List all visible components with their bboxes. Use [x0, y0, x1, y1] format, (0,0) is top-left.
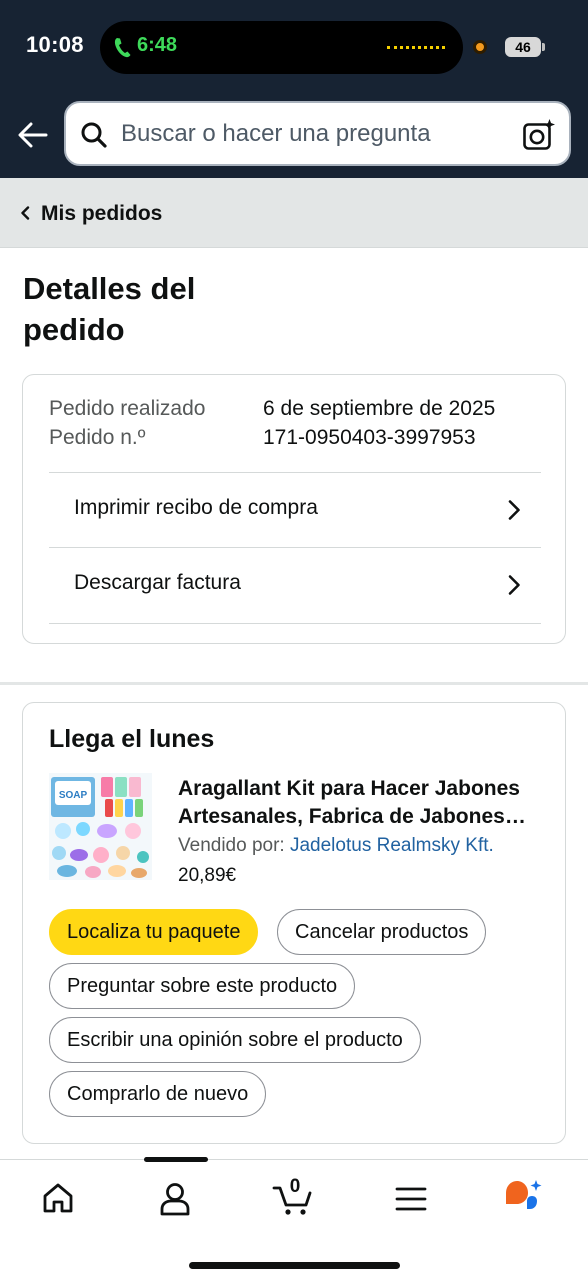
print-receipt-label: Imprimir recibo de compra [74, 496, 318, 519]
product-price: 20,89€ [178, 865, 237, 886]
section-divider [0, 682, 588, 685]
menu-icon [395, 1187, 427, 1211]
write-review-button[interactable]: Escribir una opinión sobre el producto [49, 1017, 421, 1063]
search-icon [81, 122, 107, 148]
chevron-right-icon [508, 575, 520, 595]
dynamic-island[interactable]: 6:48 [100, 21, 463, 74]
search-bar[interactable] [64, 101, 571, 166]
top-header: 10:08 6:48 46 [0, 0, 588, 178]
product-image-text: SOAP [59, 790, 88, 801]
chevron-left-icon [21, 206, 30, 220]
buy-again-button[interactable]: Comprarlo de nuevo [49, 1071, 267, 1117]
order-date-value: 6 de septiembre de 2025 [263, 397, 496, 420]
breadcrumb-link[interactable]: Mis pedidos [41, 202, 162, 226]
print-receipt-link[interactable]: Imprimir recibo de compra [49, 473, 541, 547]
delivery-status: Llega el lunes [49, 725, 215, 753]
battery-icon: 46 [505, 37, 541, 57]
sold-by: Vendido por: Jadelotus Realmsky Kft. [178, 835, 494, 857]
cancel-items-button[interactable]: Cancelar productos [277, 909, 487, 955]
divider [49, 623, 541, 624]
call-duration: 6:48 [137, 34, 178, 56]
home-icon [43, 1183, 73, 1213]
order-number-label: Pedido n.º [49, 426, 146, 449]
home-indicator [189, 1262, 400, 1269]
download-invoice-link[interactable]: Descargar factura [49, 548, 541, 622]
shipment-card: Llega el lunes SOAP Aragallant Kit para … [22, 702, 566, 1144]
order-info-card: Pedido realizado 6 de septiembre de 2025… [22, 374, 566, 644]
seller-link[interactable]: Jadelotus Realmsky Kft. [290, 835, 494, 856]
track-package-button[interactable]: Localiza tu paquete [49, 909, 259, 955]
camera-search-icon[interactable] [522, 118, 556, 152]
product-title-line-1: Aragallant Kit para Hacer Jabones [178, 777, 520, 800]
download-invoice-label: Descargar factura [74, 571, 241, 594]
nav-home[interactable] [32, 1176, 84, 1220]
product-title[interactable]: Aragallant Kit para Hacer Jabones Artesa… [178, 775, 543, 831]
battery-tip [542, 43, 545, 51]
nav-menu[interactable] [385, 1176, 437, 1220]
nav-account[interactable] [149, 1176, 201, 1220]
phone-icon [114, 38, 131, 58]
chevron-right-icon [508, 500, 520, 520]
back-arrow-icon[interactable] [16, 118, 50, 152]
sold-by-label: Vendido por: [178, 835, 285, 856]
active-tab-indicator [144, 1157, 208, 1162]
cart-icon [272, 1186, 312, 1215]
product-image[interactable]: SOAP [49, 773, 152, 880]
product-title-line-2: Artesanales, Fabrica de Jabones… [178, 805, 526, 828]
bottom-nav: 0 [0, 1157, 588, 1280]
page-title: Detalles del pedido [23, 271, 196, 347]
ask-product-question-button[interactable]: Preguntar sobre este producto [49, 963, 356, 1009]
breadcrumb[interactable]: Mis pedidos [0, 178, 588, 248]
status-time: 10:08 [26, 32, 84, 57]
audio-wave-icon [387, 46, 445, 49]
nav-cart[interactable]: 0 [268, 1176, 320, 1220]
rufus-assistant-icon [506, 1180, 542, 1209]
camera-indicator-icon [473, 40, 487, 54]
order-date-label: Pedido realizado [49, 397, 206, 420]
account-icon [160, 1183, 190, 1216]
nav-rufus[interactable] [498, 1176, 550, 1220]
order-number-value: 171-0950403-3997953 [263, 426, 476, 449]
search-input[interactable] [121, 115, 511, 153]
